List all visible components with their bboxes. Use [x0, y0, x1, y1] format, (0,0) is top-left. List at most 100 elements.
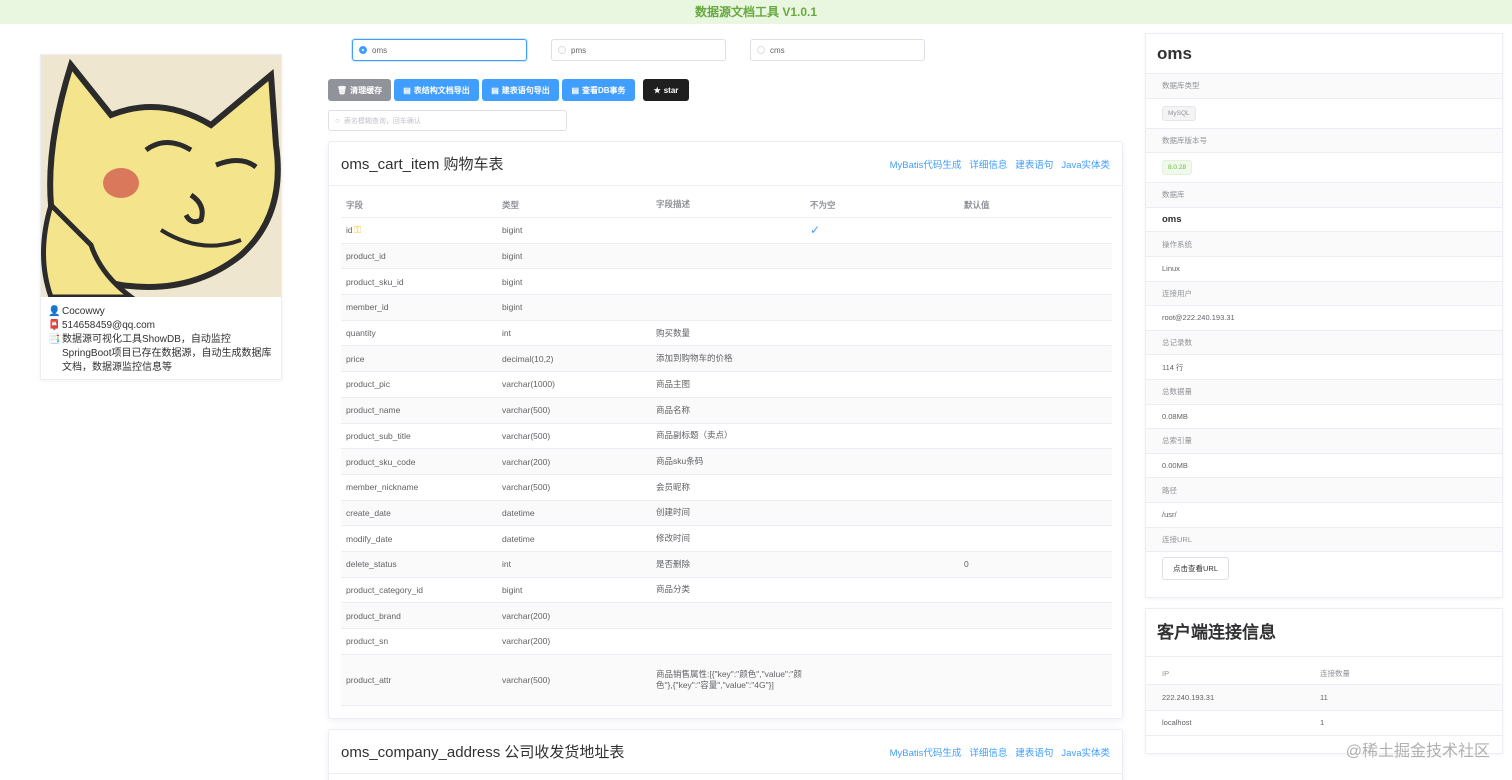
datasource-radio-pms[interactable]: pms	[551, 39, 726, 61]
clear-cache-button[interactable]: 🗑 清理缓存	[328, 79, 391, 101]
db-version-row: 8.0.28	[1146, 153, 1502, 184]
watermark: @稀土掘金技术社区	[1345, 743, 1490, 760]
notnull-cell: ✓	[805, 223, 959, 237]
detail-link[interactable]: 详细信息	[969, 157, 1007, 171]
field-cell: product_brand	[346, 610, 401, 621]
ddl-link[interactable]: 建表语句	[1015, 745, 1053, 759]
type-cell: bigint	[502, 302, 523, 313]
user-value: root@222.240.193.31	[1146, 306, 1502, 331]
db-version-tag: 8.0.28	[1162, 160, 1193, 176]
profile-email-row: 📮 514658459@qq.com	[48, 319, 274, 333]
type-cell: varchar(500)	[502, 405, 551, 416]
ddl-link[interactable]: 建表语句	[1015, 157, 1053, 171]
field-cell: product_pic	[346, 379, 390, 390]
table-row: localhost 1	[1146, 711, 1502, 736]
type-cell: varchar(200)	[502, 610, 551, 621]
field-cell: id⚿	[346, 224, 362, 236]
memo-icon: 📑	[48, 334, 61, 345]
db-type-row: MySQL	[1146, 99, 1502, 129]
field-cell: product_category_id	[346, 584, 424, 595]
db-version-label: 数据库版本号	[1146, 128, 1502, 154]
trash-icon: 🗑	[336, 85, 348, 95]
type-cell: int	[502, 559, 511, 570]
field-cell: member_id	[346, 302, 389, 313]
star-button[interactable]: ★ star	[643, 79, 689, 101]
desc-cell: 商品主图	[656, 378, 691, 389]
table-row: price decimal(10,2) 添加到购物车的价格	[341, 346, 1112, 373]
url-row: 点击查看URL	[1146, 552, 1502, 584]
type-cell: bigint	[502, 225, 523, 236]
field-cell: product_sku_id	[346, 276, 404, 287]
client-connections-title: 客户端连接信息	[1146, 609, 1502, 657]
view-url-button[interactable]: 点击查看URL	[1162, 556, 1230, 580]
os-value: Linux	[1146, 257, 1502, 282]
table-header-row: 字段 类型 字段描述 不为空 默认值	[341, 192, 1112, 218]
table-search-input[interactable]: ○ 表名模糊查询，回车确认	[328, 110, 567, 131]
view-transaction-button[interactable]: ▤ 查看DB事务	[562, 79, 635, 101]
desc-cell: 商品名称	[656, 404, 691, 415]
java-entity-link[interactable]: Java实体类	[1061, 745, 1110, 759]
datasource-radio-oms[interactable]: oms	[352, 39, 527, 61]
field-cell: product_id	[346, 251, 386, 262]
avatar-cartoon-image	[41, 55, 281, 297]
db-type-tag: MySQL	[1162, 105, 1196, 121]
desc-cell: 是否删除	[656, 558, 691, 569]
columns-table: 字段 类型 字段描述 不为空 默认值 id⚿ bigint ✓ product_id b…	[341, 192, 1112, 706]
client-count: 1	[1320, 718, 1325, 728]
mybatis-generate-link[interactable]: MyBatis代码生成	[890, 157, 962, 171]
desc-cell: 商品副标题（卖点）	[656, 430, 733, 441]
table-card-oms-company-address: oms_company_address 公司收发货地址表 MyBatis代码生成…	[328, 729, 1123, 780]
table-title: oms_cart_item 购物车表	[341, 156, 504, 173]
client-ip: 222.240.193.31	[1162, 692, 1215, 702]
table-card-oms-cart-item: oms_cart_item 购物车表 MyBatis代码生成 详细信息 建表语句…	[328, 141, 1123, 719]
profile-desc-row: 📑 数据源可视化工具ShowDB，自动监控SpringBoot项目已存在数据源，…	[48, 333, 274, 375]
field-cell: modify_date	[346, 533, 393, 544]
desc-cell: 购买数量	[656, 327, 691, 338]
desc-cell: 商品销售属性:[{"key":"颜色","value":"颜色"},{"key"…	[656, 668, 802, 690]
java-entity-link[interactable]: Java实体类	[1061, 157, 1110, 171]
table-row: product_id bigint	[341, 243, 1112, 270]
mailbox-icon: 📮	[48, 320, 61, 331]
detail-link[interactable]: 详细信息	[969, 745, 1007, 759]
field-cell: product_sub_title	[346, 430, 411, 441]
table-row: product_sku_id bigint	[341, 269, 1112, 296]
type-cell: varchar(500)	[502, 430, 551, 441]
db-name-value: oms	[1162, 214, 1182, 226]
client-connections-panel: 客户端连接信息 IP 连接数量 222.240.193.31 11 localh…	[1145, 608, 1503, 754]
field-cell: product_sn	[346, 636, 389, 647]
export-doc-button[interactable]: ▤ 表结构文档导出	[394, 79, 479, 101]
field-cell: product_attr	[346, 674, 392, 685]
datasource-radio-cms[interactable]: cms	[750, 39, 925, 61]
type-cell: bigint	[502, 251, 523, 262]
os-label: 操作系统	[1146, 232, 1502, 257]
table-row: product_pic varchar(1000) 商品主图	[341, 372, 1112, 398]
field-cell: delete_status	[346, 559, 397, 570]
desc-cell: 创建时间	[656, 507, 691, 518]
db-name-row: oms	[1146, 208, 1502, 233]
export-ddl-button[interactable]: ▤ 建表语句导出	[482, 79, 559, 101]
profile-name-row: 👤 Cocowwy	[48, 305, 274, 319]
type-cell: datetime	[502, 507, 535, 518]
index-size-label: 总索引量	[1146, 429, 1502, 454]
field-cell: product_sku_code	[346, 456, 416, 467]
field-cell: member_nickname	[346, 482, 419, 493]
table-row: product_sku_code varchar(200) 商品sku条码	[341, 449, 1112, 475]
field-cell: price	[346, 353, 365, 364]
desc-cell: 商品分类	[656, 584, 691, 595]
records-value: 114 行	[1146, 355, 1502, 380]
records-label: 总记录数	[1146, 330, 1502, 356]
search-icon: ○	[335, 116, 340, 125]
table-title: oms_company_address 公司收发货地址表	[341, 744, 625, 761]
table-row: delete_status int 是否删除 0	[341, 551, 1112, 578]
table-row: quantity int 购买数量	[341, 321, 1112, 347]
default-cell: 0	[964, 559, 969, 570]
check-icon: ✓	[810, 223, 821, 238]
table-row: member_nickname varchar(500) 会员昵称	[341, 475, 1112, 501]
table-row: product_attr varchar(500) 商品销售属性:[{"key":"…	[341, 654, 1112, 706]
mybatis-generate-link[interactable]: MyBatis代码生成	[890, 745, 962, 759]
db-name-label: 数据库	[1146, 183, 1502, 208]
primary-key-icon: ⚿	[353, 224, 362, 236]
desc-cell: 商品sku条码	[656, 456, 704, 467]
star-icon: ★	[653, 85, 661, 95]
radio-checked-icon	[359, 46, 367, 54]
